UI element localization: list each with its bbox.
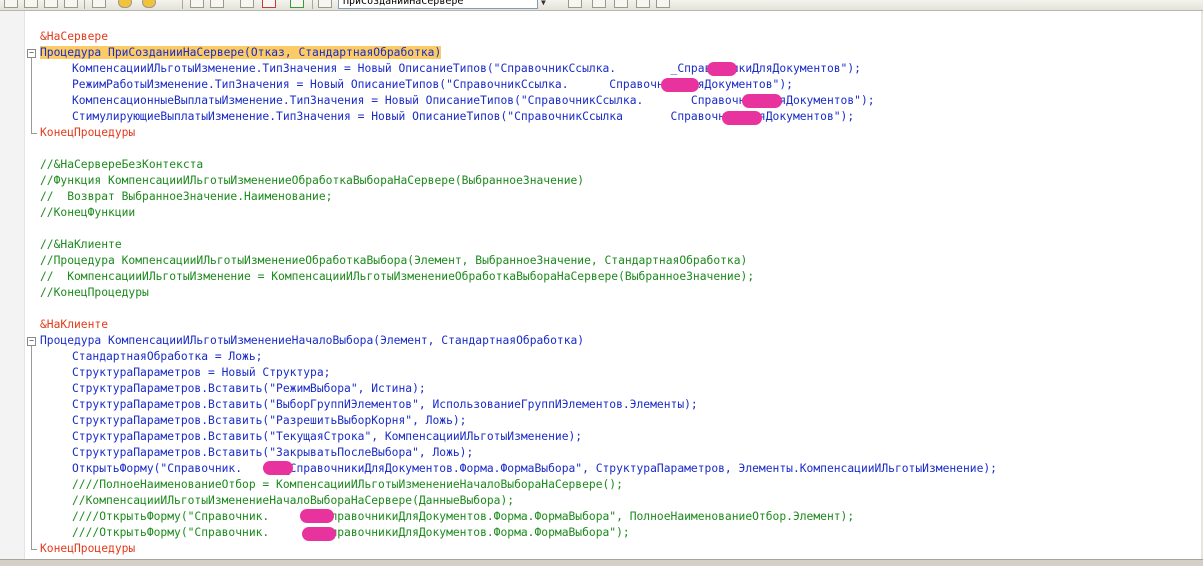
editor-gutter	[0, 11, 25, 559]
comment-line: ////ОткрытьФорму("Справочник. Справочник…	[72, 510, 855, 523]
code-line: КомпенсацииИЛьготыИзменение.ТипЗначения …	[72, 62, 861, 75]
toolbar-button[interactable]	[568, 0, 582, 8]
code-line: КонецПроцедуры	[40, 542, 136, 555]
code-line: СтруктураПараметров.Вставить("РазрешитьВ…	[72, 414, 467, 427]
comment-line: //&НаКлиенте	[40, 238, 122, 251]
redaction-mark	[722, 111, 762, 125]
comment-line: //Функция КомпенсацииИЛьготыИзменениеОбр…	[40, 174, 585, 187]
toolbar-separator	[312, 0, 313, 9]
module-icon[interactable]	[142, 0, 156, 8]
code-editor[interactable]: − − &НаСервере Процедура ПриСозданииНаСе…	[0, 11, 1203, 559]
comment-line: //КомпенсацииИЛьготыИзменениеНачалоВыбор…	[72, 494, 515, 507]
toolbar-button[interactable]	[4, 0, 18, 8]
code-line: СтруктураПараметров.Вставить("ЗакрыватьП…	[72, 446, 474, 459]
redaction-mark	[302, 527, 336, 541]
code-line: СтандартнаяОбработка = Ложь;	[72, 350, 263, 363]
fold-guide-end	[31, 133, 37, 134]
code-line: &НаКлиенте	[40, 318, 109, 331]
toolbar-button[interactable]	[656, 0, 670, 8]
toolbar-button[interactable]	[64, 0, 78, 8]
redaction-mark	[661, 78, 699, 92]
toolbar-button[interactable]	[24, 0, 38, 8]
fold-guide-end	[31, 549, 37, 550]
delete-icon[interactable]	[262, 0, 276, 8]
toolbar-button[interactable]	[636, 0, 650, 8]
comment-line: // КомпенсацииИЛьготыИзменение = Компенс…	[40, 270, 755, 283]
toolbar-button[interactable]	[210, 0, 224, 8]
chevron-down-icon[interactable]: ▼	[541, 0, 546, 7]
code-line: ОткрытьФорму("Справочник. _СправочникиДл…	[72, 462, 997, 475]
comment-line: //КонецФункции	[40, 206, 136, 219]
check-icon[interactable]	[290, 0, 304, 8]
comment-line: //Процедура КомпенсацииИЛьготыИзменениеО…	[40, 254, 748, 267]
toolbar-button[interactable]	[318, 0, 332, 8]
redaction-mark	[742, 94, 782, 108]
comment-line: ////ОткрытьФорму("Справочник. Справочник…	[72, 526, 630, 539]
toolbar-separator	[182, 0, 183, 9]
fold-guide	[31, 58, 32, 133]
code-line: Процедура ПриСозданииНаСервере(Отказ, Ст…	[40, 46, 442, 59]
code-line: СтруктураПараметров.Вставить("РежимВыбор…	[72, 382, 426, 395]
toolbar-separator	[84, 0, 85, 9]
toolbar-button[interactable]	[240, 0, 254, 8]
comment-line: // Возврат ВыбранноеЗначение.Наименовани…	[40, 190, 333, 203]
toolbar-button[interactable]	[92, 0, 106, 8]
toolbar-button[interactable]	[190, 0, 204, 8]
code-line: Процедура КомпенсацииИЛьготыИзменениеНач…	[40, 334, 585, 347]
code-line: &НаСервере	[40, 30, 109, 43]
redaction-mark	[263, 461, 293, 475]
comment-line: ////ПолноеНаименованиеОтбор = Компенсаци…	[72, 478, 623, 491]
toolbar-button[interactable]	[44, 0, 58, 8]
redaction-mark	[300, 509, 334, 523]
code-line: СтруктураПараметров = Новый Структура;	[72, 366, 331, 379]
procedure-selector[interactable]: ПриСозданииНаСервере	[338, 0, 538, 9]
comment-line: //КонецПроцедуры	[40, 286, 149, 299]
fold-collapse-icon[interactable]: −	[27, 337, 36, 346]
toolbar-button[interactable]	[614, 0, 628, 8]
fold-collapse-icon[interactable]: −	[27, 49, 36, 58]
code-line: СтруктураПараметров.Вставить("ТекущаяСтр…	[72, 430, 583, 443]
module-icon[interactable]	[118, 0, 132, 8]
toolbar: ПриСозданииНаСервере ▼	[0, 0, 1203, 11]
toolbar-button[interactable]	[592, 0, 606, 8]
code-line: КонецПроцедуры	[40, 126, 136, 139]
comment-line: //&НаСервереБезКонтекста	[40, 158, 204, 171]
redaction-mark	[707, 62, 737, 76]
fold-guide	[31, 346, 32, 549]
code-line: СтруктураПараметров.Вставить("ВыборГрупп…	[72, 398, 698, 411]
